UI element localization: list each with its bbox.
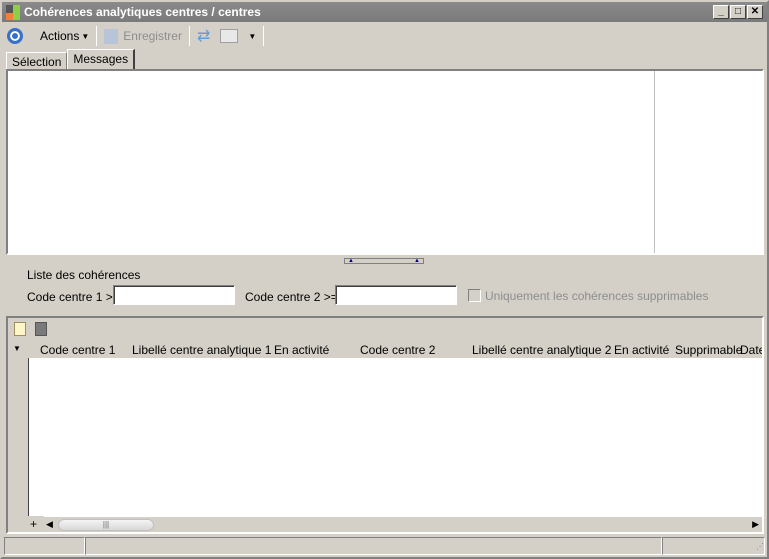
section-title: Liste des cohérences [27, 268, 141, 282]
actions-label: Actions [40, 29, 80, 43]
minimize-button[interactable]: _ [713, 5, 729, 19]
code1-input[interactable] [113, 285, 235, 305]
toolbar-separator [96, 26, 98, 46]
coherence-grid: ▼ Code centre 1 Libellé centre analytiqu… [6, 316, 764, 534]
app-logo-icon [6, 5, 20, 20]
chevron-down-icon: ▼ [81, 31, 90, 41]
new-document-icon[interactable] [14, 322, 26, 336]
print-button[interactable] [215, 25, 243, 47]
refresh-icon: ⇄ [196, 28, 211, 45]
resize-grip-icon[interactable]: ⋰ [756, 542, 764, 551]
toolbar-separator [263, 26, 265, 46]
only-deletable-label: Uniquement les cohérences supprimables [485, 289, 709, 303]
column-header[interactable]: Date [740, 343, 762, 357]
only-deletable-checkbox[interactable] [468, 289, 481, 302]
horizontal-scrollbar[interactable]: ◀ ||| ▶ [44, 516, 762, 532]
status-panel [85, 537, 662, 555]
target-icon [7, 28, 23, 44]
column-header[interactable]: En activité [614, 343, 669, 357]
column-header[interactable]: Supprimable [675, 343, 742, 357]
refresh-button[interactable]: ⇄ [192, 25, 215, 47]
add-row-button[interactable]: + [30, 516, 37, 532]
toolbar-separator [188, 26, 190, 46]
title-bar: Cohérences analytiques centres / centres… [2, 2, 767, 22]
status-bar: ⋰ [4, 537, 765, 555]
actions-menu-button[interactable]: Actions ▼ [28, 25, 94, 47]
status-panel [4, 537, 85, 555]
panel-divider [654, 71, 655, 253]
save-icon [104, 28, 119, 44]
column-header[interactable]: Libellé centre analytique 2 [472, 343, 611, 357]
column-header[interactable]: Code centre 1 [40, 343, 115, 357]
row-selector-column: ▼ [8, 340, 28, 532]
grid-header: Code centre 1 Libellé centre analytique … [28, 340, 762, 358]
scroll-thumb[interactable]: ||| [58, 519, 154, 531]
window-title: Cohérences analytiques centres / centres [24, 5, 261, 19]
code1-label: Code centre 1 >= [27, 290, 120, 304]
column-chooser-icon[interactable]: ▼ [13, 344, 21, 353]
code2-input[interactable] [335, 285, 457, 305]
scroll-left-icon[interactable]: ◀ [46, 519, 53, 530]
close-button[interactable]: ✕ [747, 5, 763, 19]
maximize-button[interactable]: □ [730, 5, 746, 19]
print-options-button[interactable]: ▼ [243, 25, 261, 47]
scroll-right-icon[interactable]: ▶ [752, 519, 759, 530]
splitter-handle[interactable]: ▲ ▲ [344, 258, 424, 264]
tab-selection[interactable]: Sélection [6, 52, 68, 70]
tab-messages[interactable]: Messages [67, 49, 136, 70]
image-icon[interactable] [35, 322, 47, 336]
save-label: Enregistrer [123, 29, 182, 43]
column-header[interactable]: En activité [274, 343, 329, 357]
toolbar: Actions ▼ Enregistrer ⇄ ▼ [2, 24, 762, 48]
printer-icon [220, 29, 239, 43]
tab-bar: Sélection Messages [6, 49, 136, 70]
grid-body [28, 358, 762, 516]
save-button[interactable]: Enregistrer [99, 25, 187, 47]
column-header[interactable]: Code centre 2 [360, 343, 435, 357]
column-header[interactable]: Libellé centre analytique 1 [132, 343, 271, 357]
chevron-down-icon: ▼ [248, 31, 257, 41]
code2-label: Code centre 2 >= [245, 290, 338, 304]
messages-panel [6, 69, 764, 255]
home-button[interactable] [2, 25, 28, 47]
status-panel: ⋰ [662, 537, 765, 555]
